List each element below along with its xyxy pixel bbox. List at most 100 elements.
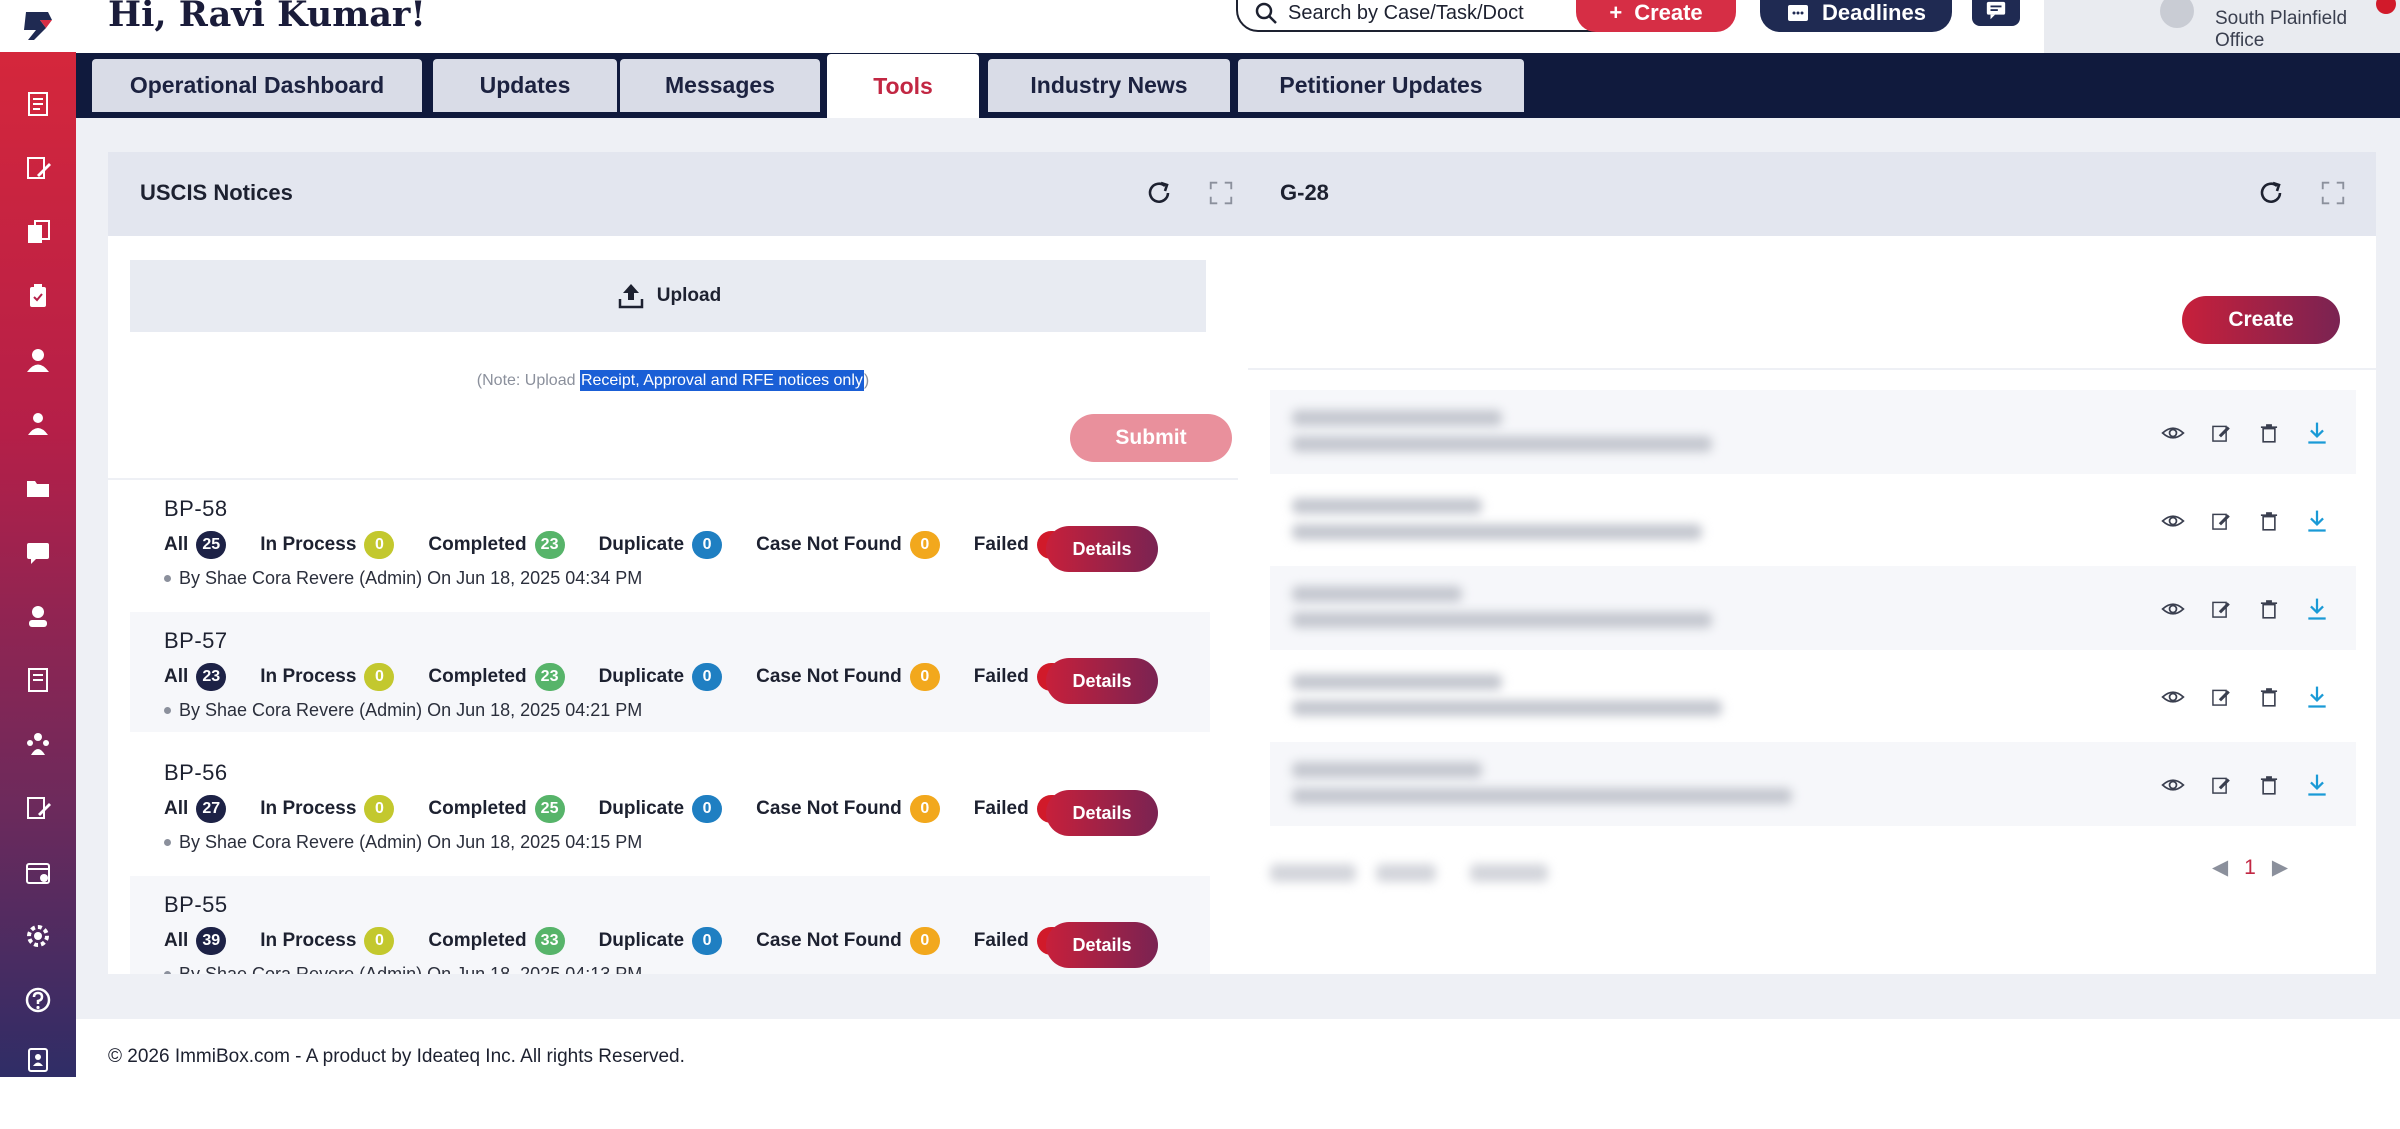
divider <box>1248 368 2376 370</box>
details-button[interactable]: Details <box>1046 922 1158 968</box>
details-button[interactable]: Details <box>1046 658 1158 704</box>
submit-button[interactable]: Submit <box>1070 414 1232 462</box>
cases-icon[interactable] <box>14 80 62 128</box>
view-icon[interactable] <box>2158 418 2188 448</box>
tab-operational-dashboard[interactable]: Operational Dashboard <box>92 59 422 112</box>
g28-row-detail <box>1292 700 1722 716</box>
forms-icon[interactable] <box>14 144 62 192</box>
folder-icon[interactable] <box>14 464 62 512</box>
search-icon <box>1255 2 1277 24</box>
edit-icon[interactable] <box>2206 770 2236 800</box>
clipboard-icon[interactable] <box>14 272 62 320</box>
refresh-icon[interactable] <box>1142 176 1176 210</box>
person-icon[interactable] <box>14 336 62 384</box>
tab-tools[interactable]: Tools <box>827 54 979 118</box>
tab-updates[interactable]: Updates <box>433 59 617 112</box>
expand-icon[interactable] <box>1204 176 1238 210</box>
prev-page-icon[interactable]: ◀ <box>2212 855 2228 880</box>
search-input[interactable]: Search by Case/Task/Doct <box>1236 0 1630 32</box>
count-not-found: 0 <box>909 531 940 559</box>
tab-petitioner-updates[interactable]: Petitioner Updates <box>1238 59 1524 112</box>
count-completed: 25 <box>534 795 565 823</box>
details-button[interactable]: Details <box>1046 526 1158 572</box>
batch-row: BP-55 All 39 In Process 0 Completed 33 Dupl… <box>130 876 1210 974</box>
stat-label-duplicate: Duplicate <box>598 534 685 555</box>
download-icon[interactable] <box>2302 418 2332 448</box>
refresh-icon[interactable] <box>2254 176 2288 210</box>
upload-icon <box>618 284 644 309</box>
stat-label-all: All <box>164 930 189 951</box>
expand-icon[interactable] <box>2316 176 2350 210</box>
download-icon[interactable] <box>2302 506 2332 536</box>
stat-label-all: All <box>164 798 189 819</box>
g28-row-title <box>1292 762 1482 778</box>
tab-industry-news[interactable]: Industry News <box>988 59 1230 112</box>
documents-icon[interactable] <box>14 208 62 256</box>
delete-icon[interactable] <box>2254 506 2284 536</box>
download-icon[interactable] <box>2302 770 2332 800</box>
count-completed: 23 <box>534 663 565 691</box>
calendar-icon[interactable] <box>14 848 62 896</box>
bullet-icon <box>164 707 171 714</box>
plus-icon: + <box>1609 0 1623 25</box>
view-icon[interactable] <box>2158 506 2188 536</box>
download-icon[interactable] <box>2302 594 2332 624</box>
byline-text: By Shae Cora Revere (Admin) On Jun 18, 2… <box>179 568 643 588</box>
view-icon[interactable] <box>2158 770 2188 800</box>
user-menu[interactable]: South Plainfield Office <box>2044 0 2400 53</box>
current-page[interactable]: 1 <box>2244 856 2256 880</box>
count-duplicate: 0 <box>692 795 723 823</box>
batch-row: BP-56 All 27 In Process 0 Completed 25 Dupl… <box>130 744 1210 864</box>
stat-label-failed: Failed <box>973 930 1029 951</box>
help-icon[interactable] <box>14 976 62 1024</box>
deadlines-label: Deadlines <box>1822 0 1926 25</box>
batch-id: BP-56 <box>164 760 228 785</box>
g28-row-detail <box>1292 612 1712 628</box>
view-icon[interactable] <box>2158 594 2188 624</box>
upload-dropzone[interactable]: Upload <box>130 260 1206 332</box>
people-icon[interactable] <box>14 400 62 448</box>
delete-icon[interactable] <box>2254 594 2284 624</box>
deadlines-button[interactable]: Deadlines <box>1760 0 1952 32</box>
edit-icon[interactable] <box>2206 594 2236 624</box>
delete-icon[interactable] <box>2254 682 2284 712</box>
chat-button[interactable] <box>1972 0 2020 26</box>
g28-row <box>1270 742 2356 826</box>
count-duplicate: 0 <box>692 663 723 691</box>
next-page-icon[interactable]: ▶ <box>2272 855 2288 880</box>
top-header: Hi, Ravi Kumar! Search by Case/Task/Doct… <box>76 0 2400 53</box>
count-not-found: 0 <box>909 663 940 691</box>
stat-label-duplicate: Duplicate <box>598 666 685 687</box>
uscis-notices-panel: USCIS Notices Upload (Note: Upload Recei… <box>108 152 1260 974</box>
g28-create-button[interactable]: Create <box>2182 296 2340 344</box>
team-icon[interactable] <box>14 720 62 768</box>
edit-icon[interactable] <box>2206 506 2236 536</box>
batch-row: BP-58 All 25 In Process 0 Completed 23 Dupl… <box>130 480 1210 600</box>
reports-icon[interactable] <box>14 656 62 704</box>
count-all: 23 <box>196 663 227 691</box>
edit-icon[interactable] <box>2206 682 2236 712</box>
edit-icon[interactable] <box>14 784 62 832</box>
count-in-process: 0 <box>364 531 395 559</box>
g28-row-detail <box>1292 436 1712 452</box>
stat-label-completed: Completed <box>428 798 527 819</box>
create-button[interactable]: + Create <box>1576 0 1736 32</box>
settings-icon[interactable] <box>14 912 62 960</box>
byline-text: By Shae Cora Revere (Admin) On Jun 18, 2… <box>179 832 643 852</box>
view-icon[interactable] <box>2158 682 2188 712</box>
delete-icon[interactable] <box>2254 418 2284 448</box>
bullet-icon <box>164 839 171 846</box>
edit-icon[interactable] <box>2206 418 2236 448</box>
per-page-select[interactable] <box>1376 864 1436 882</box>
delete-icon[interactable] <box>2254 770 2284 800</box>
note-highlight: Receipt, Approval and RFE notices only <box>579 370 864 391</box>
details-button[interactable]: Details <box>1046 790 1158 836</box>
download-icon[interactable] <box>2302 682 2332 712</box>
employee-icon[interactable] <box>14 592 62 640</box>
tab-bar: Operational Dashboard Updates Messages T… <box>76 53 2400 118</box>
messages-icon[interactable] <box>14 528 62 576</box>
contacts-icon[interactable] <box>14 1036 62 1084</box>
stat-label-all: All <box>164 534 189 555</box>
tab-messages[interactable]: Messages <box>620 59 820 112</box>
logo-icon[interactable] <box>0 0 76 52</box>
